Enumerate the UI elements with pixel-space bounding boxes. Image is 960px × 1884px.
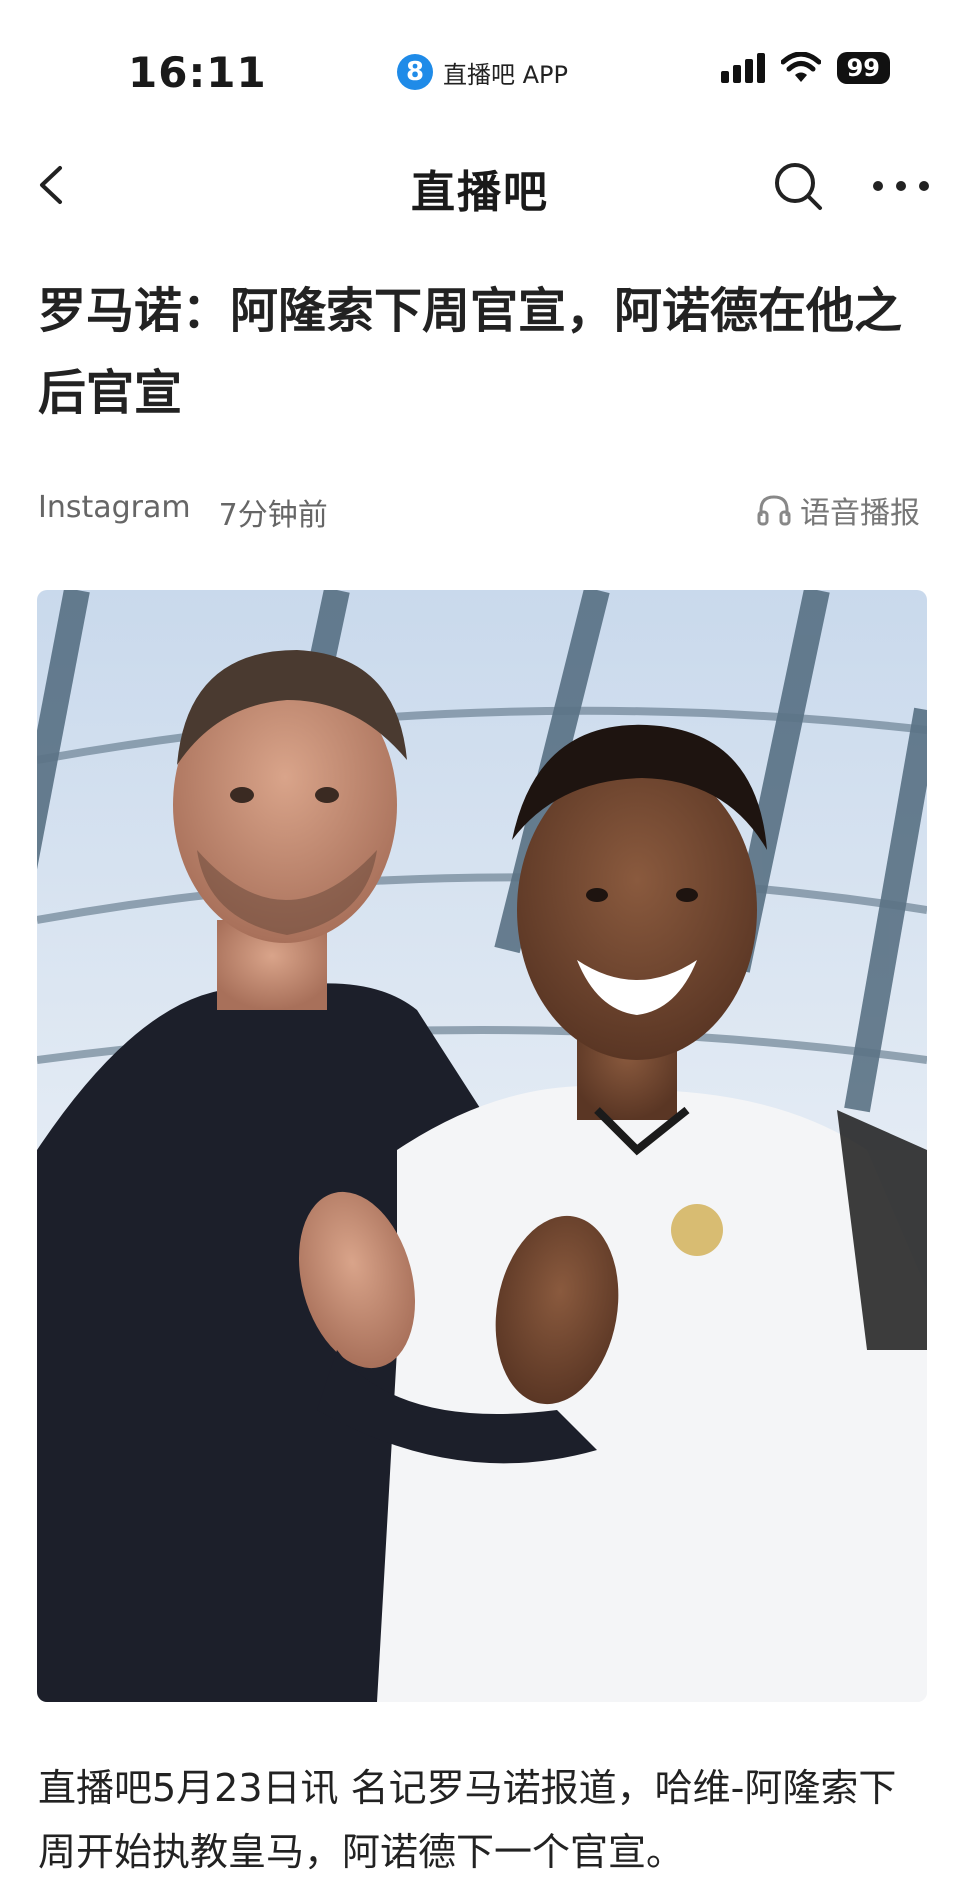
- article-source[interactable]: Instagram: [38, 490, 191, 534]
- article-time: 7分钟前: [218, 498, 328, 533]
- nav-bar: 直播吧: [0, 130, 960, 240]
- signal-icon: [720, 53, 765, 83]
- article-title: 罗马诺：阿隆索下周官宣，阿诺德在他之后官宣: [38, 283, 903, 421]
- app-logo-icon: 8: [397, 54, 433, 90]
- search-icon[interactable]: [770, 158, 826, 214]
- status-icons: 99: [720, 52, 890, 84]
- article-meta: Instagram 7分钟前: [38, 490, 328, 534]
- status-time: 16:11: [128, 48, 267, 97]
- app-name: 直播吧 APP: [443, 60, 568, 89]
- battery-indicator: 99: [836, 52, 890, 84]
- headphones-icon: [757, 495, 791, 526]
- app-indicator: 8 直播吧 APP: [397, 52, 568, 92]
- status-bar: 16:11 8 直播吧 APP 99: [0, 0, 960, 130]
- article-body: 直播吧5月23日讯 名记罗马诺报道，哈维-阿隆索下周开始执教皇马，阿诺德下一个官…: [38, 1766, 897, 1874]
- wifi-icon: [780, 52, 821, 82]
- article-hero-image[interactable]: [37, 590, 927, 1702]
- tts-label: 语音播报: [800, 496, 920, 531]
- tts-button[interactable]: 语音播报: [756, 488, 920, 532]
- more-horizontal-icon[interactable]: [866, 158, 936, 214]
